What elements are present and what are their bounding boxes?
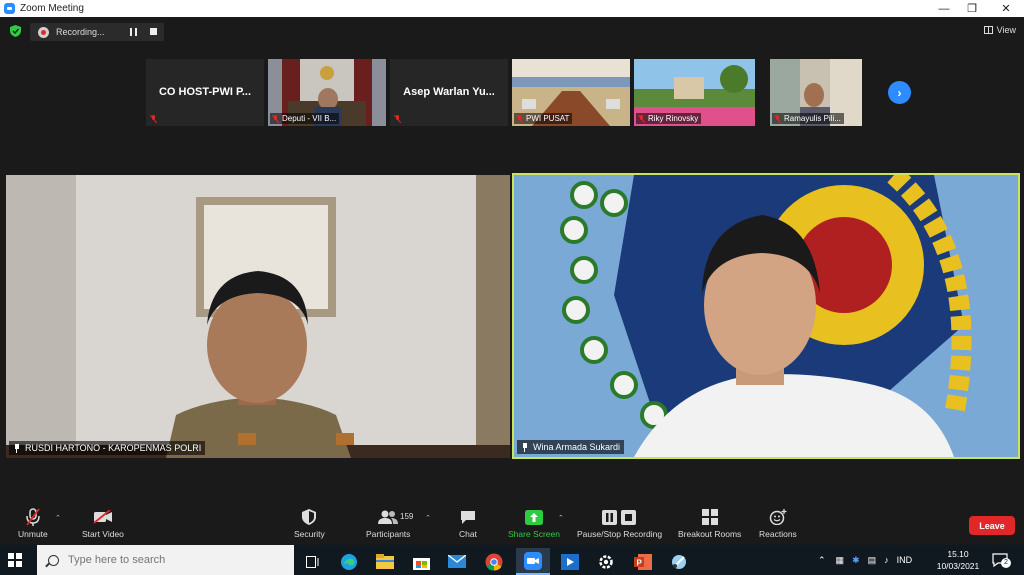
share-screen-button[interactable]: Share Screen [508, 508, 560, 539]
unmute-button[interactable]: Unmute [18, 508, 48, 539]
clock-date: 10/03/2021 [936, 561, 980, 571]
bluetooth-icon[interactable]: ✱ [852, 555, 860, 566]
filmstrip-thumb-deputi[interactable]: Deputi - VII B... [268, 59, 386, 126]
meeting-toolbar: Unmute ⌃ Start Video Security Participan… [0, 500, 1024, 545]
window-titlebar: Zoom Meeting — ❐ ✕ [0, 0, 1024, 17]
recording-label: Recording... [56, 27, 105, 37]
participant-video [514, 175, 1018, 457]
media-player-icon[interactable] [553, 548, 587, 575]
meeting-area: Recording... View CO HOST-PWI P... Deput… [0, 17, 1024, 545]
usb-device-icon[interactable]: ▦ [836, 555, 845, 566]
taskbar-clock[interactable]: 15.10 10/03/2021 [930, 548, 986, 572]
filmstrip-thumb-pwi-pusat[interactable]: PWI PUSAT [512, 59, 630, 126]
audio-options-caret[interactable]: ⌃ [55, 514, 61, 522]
participant-name: CO HOST-PWI P... [158, 86, 252, 98]
view-button[interactable]: View [983, 25, 1016, 35]
participant-label: Deputi - VII B... [270, 113, 340, 124]
reactions-button[interactable]: Reactions [759, 508, 797, 539]
clock-time: 15.10 [947, 549, 969, 559]
svg-text:P: P [637, 558, 643, 567]
filmstrip-thumb-riky[interactable]: Riky Rinovsky [634, 59, 755, 126]
pause-recording-icon[interactable] [130, 28, 137, 36]
system-tray: ⌃ ▦ ✱ ▤ ♪ IND [818, 545, 920, 575]
maximize-button[interactable]: ❐ [955, 0, 989, 17]
search-icon [48, 554, 59, 566]
edge-browser-icon[interactable] [332, 548, 366, 575]
start-video-button[interactable]: Start Video [82, 508, 124, 539]
muted-mic-icon [23, 508, 43, 526]
muted-mic-icon [272, 114, 279, 123]
participant-label: PWI PUSAT [514, 113, 573, 124]
share-screen-icon [524, 508, 544, 526]
show-hidden-icons-chevron-icon[interactable]: ⌃ [818, 555, 826, 566]
participant-label: RUSDI HARTONO - KAROPENMAS POLRI [9, 441, 206, 455]
participants-icon [378, 508, 399, 526]
muted-mic-icon [638, 114, 645, 123]
security-button[interactable]: Security [294, 508, 325, 539]
notification-center[interactable]: 2 [992, 545, 1011, 575]
filmstrip-thumb-cohost[interactable]: CO HOST-PWI P... [146, 59, 264, 126]
notification-badge: 2 [1001, 558, 1011, 568]
volume-icon[interactable]: ♪ [884, 555, 889, 565]
filmstrip-thumb-asep[interactable]: Asep Warlan Yu... [390, 59, 508, 126]
participants-options-caret[interactable]: ⌃ [425, 514, 431, 522]
taskbar-search[interactable] [37, 545, 294, 575]
windows-taskbar: P ⌃ ▦ ✱ ▤ ♪ IND 15.10 10/03/2021 2 [0, 545, 1024, 575]
smiley-plus-icon [768, 508, 788, 526]
breakout-rooms-button[interactable]: Breakout Rooms [678, 508, 741, 539]
muted-mic-icon [774, 114, 781, 123]
zoom-app-icon [4, 3, 15, 14]
pause-stop-recording-button[interactable]: Pause/Stop Recording [577, 508, 662, 539]
encryption-shield-icon[interactable] [10, 25, 21, 37]
shield-icon [299, 508, 319, 526]
window-title: Zoom Meeting [20, 3, 84, 14]
recording-indicator: Recording... [30, 23, 164, 41]
close-button[interactable]: ✕ [989, 0, 1023, 17]
stop-recording-icon[interactable] [150, 28, 157, 35]
video-off-icon [93, 508, 113, 526]
file-explorer-icon[interactable] [368, 548, 402, 575]
cloud-record-icon [38, 26, 49, 38]
share-options-caret[interactable]: ⌃ [558, 514, 564, 522]
video-tile-left[interactable]: RUSDI HARTONO - KAROPENMAS POLRI [6, 175, 510, 458]
pause-stop-icon [601, 508, 639, 526]
pin-icon [521, 442, 529, 452]
mail-icon[interactable] [440, 548, 474, 575]
next-page-button[interactable]: › [888, 81, 911, 104]
zoom-taskbar-icon[interactable] [516, 548, 550, 575]
participant-name: Asep Warlan Yu... [403, 86, 495, 98]
settings-gear-icon[interactable] [589, 548, 623, 575]
participant-label: Ramayulis Pili... [772, 113, 844, 124]
language-indicator[interactable]: IND [897, 555, 913, 565]
network-icon[interactable]: ▤ [868, 555, 877, 566]
chevron-right-icon: › [897, 85, 902, 100]
participants-count: 159 [400, 512, 414, 521]
participant-label: Wina Armada Sukardi [517, 440, 625, 454]
chrome-icon[interactable] [477, 548, 511, 575]
snipping-tool-icon[interactable] [662, 548, 696, 575]
muted-mic-icon [150, 115, 157, 123]
chat-icon [458, 508, 478, 526]
view-label: View [996, 25, 1016, 35]
chat-button[interactable]: Chat [458, 508, 478, 539]
participant-video [6, 175, 510, 458]
powerpoint-icon[interactable]: P [626, 548, 660, 575]
filmstrip-thumb-ramayulis[interactable]: Ramayulis Pili... [770, 59, 862, 126]
search-input[interactable] [68, 554, 268, 566]
task-view-icon[interactable] [296, 548, 330, 575]
pin-icon [13, 443, 21, 453]
microsoft-store-icon[interactable] [404, 548, 438, 575]
windows-start-icon[interactable] [8, 553, 22, 567]
leave-button[interactable]: Leave [969, 516, 1015, 535]
video-tile-right-active-speaker[interactable]: Wina Armada Sukardi [512, 173, 1020, 459]
grid-view-icon [983, 26, 993, 34]
muted-mic-icon [516, 114, 523, 123]
participant-label: Riky Rinovsky [636, 113, 702, 124]
muted-mic-icon [394, 115, 401, 123]
breakout-rooms-icon [700, 508, 720, 526]
